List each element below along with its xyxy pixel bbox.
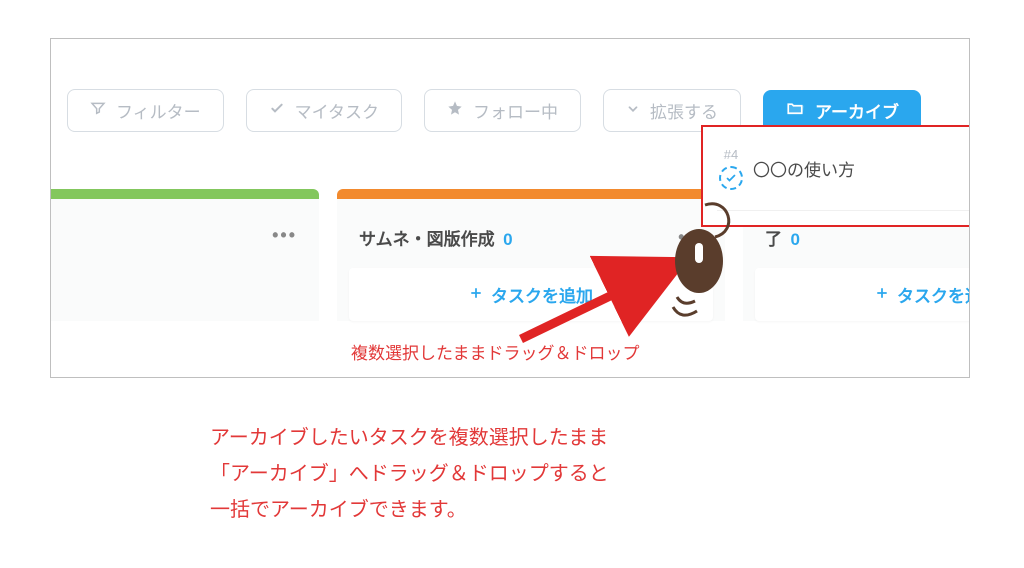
check-icon <box>269 100 285 121</box>
caption-line-2: 「アーカイブ」へドラッグ＆ドロップすると <box>210 456 609 492</box>
column-count: 0 <box>503 230 512 249</box>
task-id: #4 <box>724 147 738 162</box>
folder-open-icon <box>785 99 805 122</box>
column-1: ••• <box>50 189 319 321</box>
add-task-label: タスクを追加 <box>897 282 970 307</box>
star-icon <box>447 100 463 121</box>
add-task-button[interactable]: タスクを追加 <box>755 268 970 321</box>
archive-label: アーカイブ <box>815 98 899 123</box>
column-title-wrap: 了 0 <box>765 225 800 250</box>
screenshot-frame: フィルター マイタスク フォロー中 拡張する アーカイブ <box>50 38 970 378</box>
dragging-task-card[interactable]: #4 〇〇の使い方 <box>701 125 970 227</box>
tutorial-caption: アーカイブしたいタスクを複数選択したまま 「アーカイブ」へドラッグ＆ドロップする… <box>210 420 609 528</box>
column-count: 0 <box>790 230 799 249</box>
task-check-icon <box>719 166 743 190</box>
follow-button[interactable]: フォロー中 <box>424 89 581 132</box>
expand-label: 拡張する <box>650 98 718 123</box>
task-id-wrap: #4 <box>719 147 743 190</box>
plus-icon <box>875 285 889 305</box>
caption-line-3: 一括でアーカイブできます。 <box>210 492 609 528</box>
column-title: サムネ・図版作成 <box>359 230 495 249</box>
column-title: 了 <box>765 230 782 249</box>
add-task-button[interactable]: タスクを追加 <box>349 268 713 321</box>
add-task-label: タスクを追加 <box>491 282 593 307</box>
mytask-button[interactable]: マイタスク <box>246 89 402 132</box>
column-title-wrap: サムネ・図版作成 0 <box>359 225 513 250</box>
inline-annotation: 複数選択したままドラッグ＆ドロップ <box>351 339 640 364</box>
filter-label: フィルター <box>116 98 201 123</box>
funnel-icon <box>90 100 106 121</box>
caption-line-1: アーカイブしたいタスクを複数選択したまま <box>210 420 609 456</box>
mytask-label: マイタスク <box>295 98 379 123</box>
column-menu[interactable]: ••• <box>678 227 703 248</box>
card-divider <box>717 210 970 211</box>
column-bar <box>337 189 725 199</box>
filter-button[interactable]: フィルター <box>67 89 224 132</box>
column-bar <box>50 189 319 199</box>
chevron-down-icon <box>626 101 640 121</box>
task-title: 〇〇の使い方 <box>753 156 855 181</box>
column-menu[interactable]: ••• <box>272 225 297 246</box>
plus-icon <box>469 285 483 305</box>
follow-label: フォロー中 <box>473 98 558 123</box>
column-2: サムネ・図版作成 0 ••• タスクを追加 <box>337 189 725 321</box>
